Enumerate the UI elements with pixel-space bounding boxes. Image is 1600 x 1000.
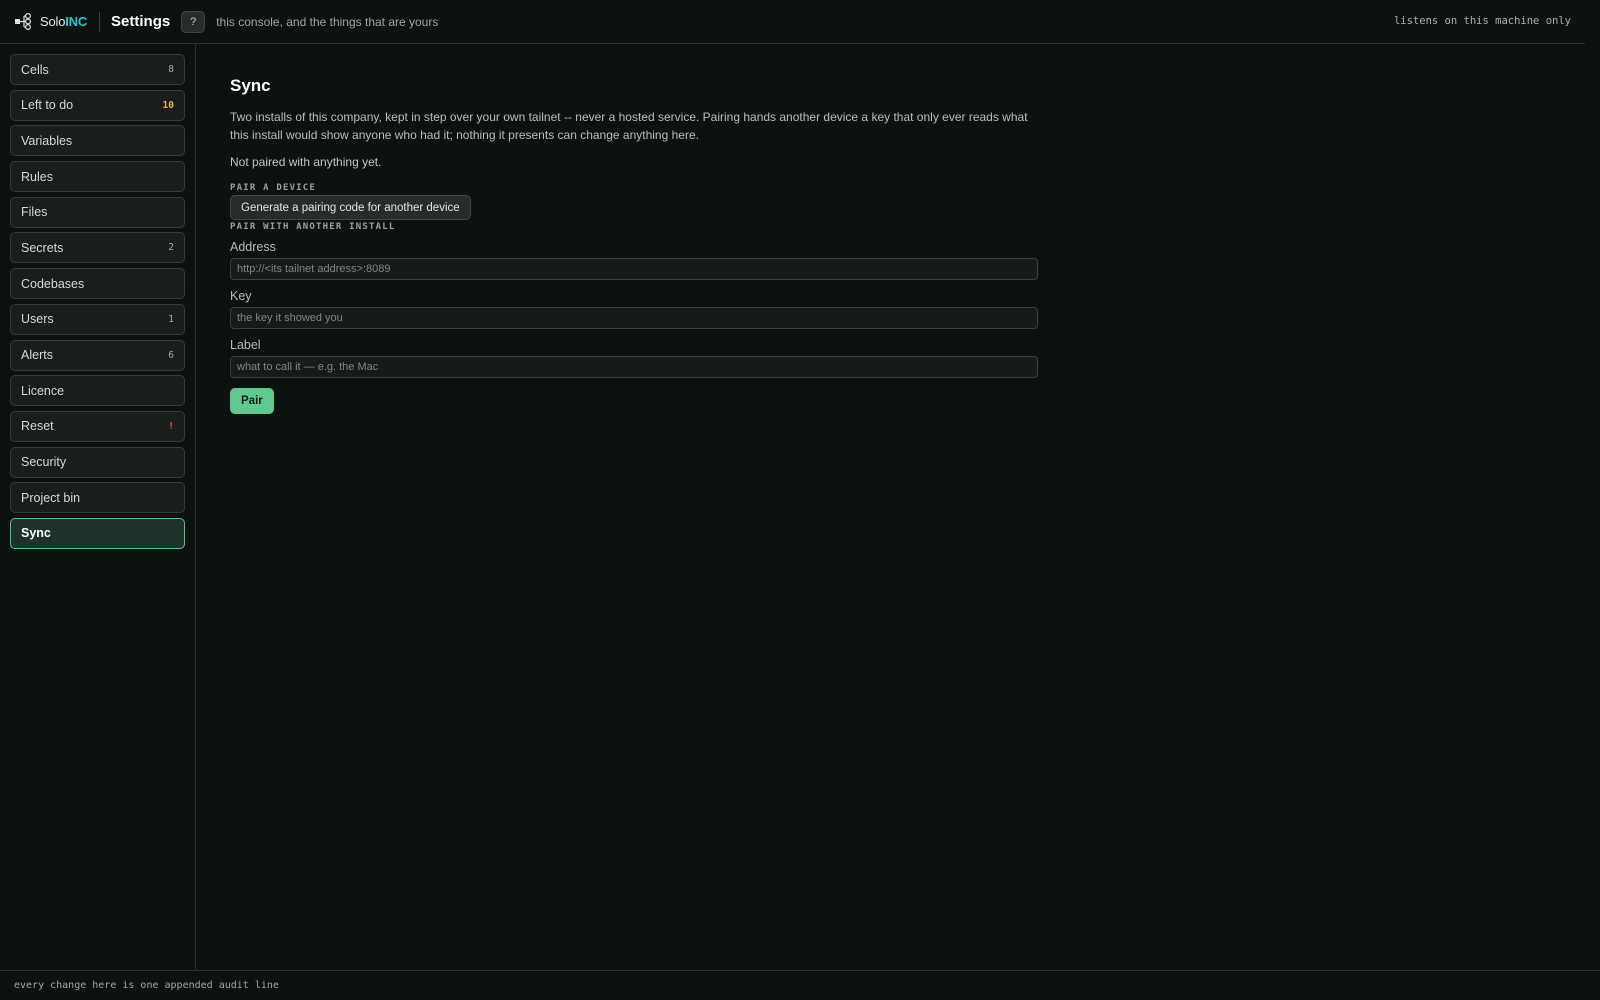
count-badge: 8 [168, 64, 174, 75]
sidebar-item-cells[interactable]: Cells 8 [10, 54, 185, 85]
sidebar-item-licence[interactable]: Licence [10, 375, 185, 407]
sync-panel: Sync Two installs of this company, kept … [230, 44, 1038, 414]
sidebar-item-label: Security [21, 455, 67, 470]
count-badge: ! [168, 420, 174, 432]
sidebar-item-alerts[interactable]: Alerts 6 [10, 339, 185, 371]
sidebar-item-sync[interactable]: Sync [10, 517, 185, 549]
sidebar-item-label: Cells [21, 62, 49, 77]
sidebar-item-label: Project bin [21, 490, 81, 505]
count-badge: 10 [162, 99, 174, 111]
header-divider [99, 11, 101, 32]
sidebar-item-label: Reset [21, 419, 54, 434]
key-label: Key [230, 289, 252, 303]
count-badge: 2 [168, 242, 174, 254]
page-heading: Settings [111, 13, 171, 30]
sidebar-item-project-bin[interactable]: Project bin [10, 482, 185, 514]
pairing-status: Not paired with anything yet. [230, 155, 382, 169]
sidebar-item-label: Variables [21, 133, 73, 148]
status-bar: every change here is one appended audit … [0, 970, 1600, 1000]
logo[interactable]: SoloINC [14, 12, 87, 32]
sidebar-item-security[interactable]: Security [10, 446, 185, 478]
brand-name: SoloINC [40, 14, 87, 29]
sidebar-item-label: Left to do [21, 98, 74, 113]
sidebar-item-label: Files [21, 205, 48, 220]
network-logo-icon [14, 12, 34, 32]
label-label: Label [230, 338, 261, 352]
sidebar-item-label: Secrets [21, 240, 64, 255]
generate-pairing-code-button[interactable]: Generate a pairing code for another devi… [230, 195, 471, 220]
header-tagline: this console, and the things that are yo… [216, 14, 439, 29]
sidebar-item-label: Users [21, 312, 54, 327]
address-label: Address [230, 240, 276, 254]
sidebar-item-label: Rules [21, 169, 53, 184]
count-badge: 6 [168, 349, 174, 361]
brand-accent: INC [65, 14, 88, 29]
pair-button[interactable]: Pair [230, 388, 274, 414]
pair-device-heading: PAIR A DEVICE [230, 183, 317, 193]
sync-description: Two installs of this company, kept in st… [230, 110, 1028, 142]
brand-prefix: Solo [40, 14, 66, 29]
sidebar-item-left-to-do[interactable]: Left to do 10 [10, 89, 185, 121]
sidebar-item-users[interactable]: Users 1 [10, 303, 185, 335]
sidebar-item-variables[interactable]: Variables [10, 125, 185, 157]
label-input[interactable] [230, 356, 1038, 378]
sidebar-item-label: Alerts [21, 348, 53, 362]
sidebar-item-label: Codebases [21, 276, 85, 291]
sidebar-item-label: Licence [21, 383, 65, 398]
count-badge: 1 [168, 313, 174, 325]
sidebar-item-codebases[interactable]: Codebases [10, 268, 185, 300]
pair-install-heading: PAIR WITH ANOTHER INSTALL [230, 222, 396, 232]
settings-sidebar: Cells 8 Left to do 10 Variables Rules Files Sec… [0, 44, 196, 970]
help-button[interactable]: ? [181, 10, 206, 33]
sidebar-item-secrets[interactable]: Secrets 2 [10, 232, 185, 264]
sidebar-item-label: Sync [21, 526, 51, 541]
top-bar: SoloINC Settings ? this console, and the… [0, 0, 1585, 44]
settings-app: SoloINC Settings ? this console, and the… [0, 0, 1600, 1000]
page-title: Sync [230, 76, 271, 95]
sidebar-item-files[interactable]: Files [10, 196, 185, 228]
audit-note: every change here is one appended audit … [14, 980, 279, 991]
address-input[interactable] [230, 258, 1038, 280]
sidebar-item-reset[interactable]: Reset! [10, 410, 185, 442]
sidebar-item-rules[interactable]: Rules [10, 161, 185, 193]
listen-note: listens on this machine only [1393, 15, 1571, 27]
key-input[interactable] [230, 307, 1038, 329]
